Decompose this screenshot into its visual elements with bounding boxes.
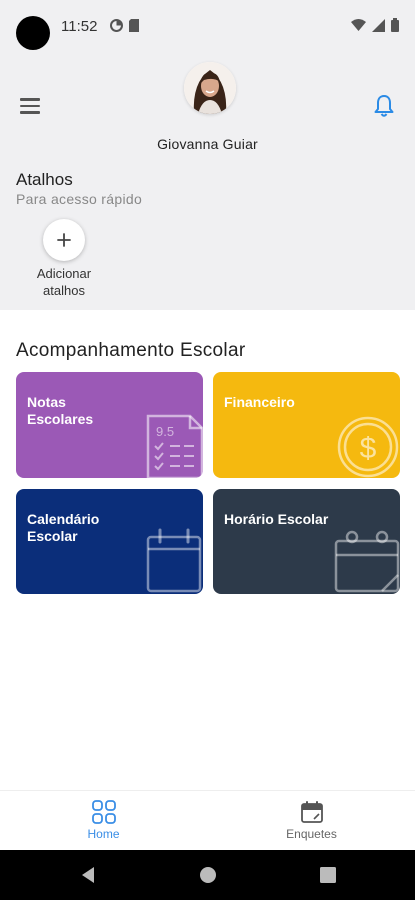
tile-schedule-label: Horário Escolar <box>224 511 329 527</box>
calendar-icon <box>146 528 202 593</box>
tile-calendar-label: Calendário Escolar <box>27 511 100 544</box>
svg-text:$: $ <box>360 432 377 465</box>
home-grid-icon <box>92 800 116 824</box>
shortcuts-subtitle: Para acesso rápido <box>16 191 143 207</box>
report-card-icon: 9.5 <box>146 414 203 478</box>
user-name: Giovanna Guiar <box>157 136 258 152</box>
svg-text:9.5: 9.5 <box>156 424 174 439</box>
menu-button[interactable] <box>20 98 40 114</box>
plus-icon <box>57 233 71 247</box>
signal-icon <box>372 18 385 32</box>
nav-home-label: Home <box>87 827 120 841</box>
home-circle-icon[interactable] <box>199 866 217 884</box>
bell-icon <box>374 95 394 117</box>
avatar[interactable] <box>184 62 236 114</box>
hamburger-icon-line <box>20 104 40 107</box>
tile-financial[interactable]: Financeiro $ <box>213 372 400 478</box>
tile-schedule[interactable]: Horário Escolar <box>213 489 400 594</box>
tile-financial-label: Financeiro <box>224 394 295 410</box>
system-navigation-bar <box>0 850 415 900</box>
nav-home[interactable]: Home <box>0 791 207 851</box>
dollar-coin-icon: $ <box>337 416 399 478</box>
user-photo <box>184 62 236 114</box>
sim-card-icon <box>129 19 139 32</box>
wifi-icon <box>351 19 366 31</box>
battery-icon <box>391 18 399 32</box>
section-title: Acompanhamento Escolar <box>16 340 246 361</box>
nav-polls-label: Enquetes <box>286 827 337 841</box>
camera-cutout <box>16 16 50 50</box>
data-saver-icon <box>110 19 123 32</box>
tile-grades-label: Notas Escolares <box>27 394 94 427</box>
tile-calendar[interactable]: Calendário Escolar <box>16 489 203 594</box>
status-bar: 11:52 <box>0 0 415 52</box>
notifications-button[interactable] <box>373 94 395 118</box>
bottom-navigation: Home Enquetes <box>0 790 415 850</box>
add-shortcut-label[interactable]: Adicionar atalhos <box>24 265 104 299</box>
hamburger-icon-line <box>20 111 40 114</box>
back-icon[interactable] <box>80 866 96 884</box>
tile-grades[interactable]: Notas Escolares 9.5 <box>16 372 203 478</box>
add-shortcut-button[interactable] <box>43 219 85 261</box>
status-time: 11:52 <box>61 18 98 35</box>
schedule-icon <box>334 530 400 593</box>
poll-calendar-icon <box>301 801 323 823</box>
hamburger-icon-line <box>20 98 40 101</box>
recents-square-icon[interactable] <box>320 867 336 883</box>
shortcuts-title: Atalhos <box>16 170 73 189</box>
nav-polls[interactable]: Enquetes <box>208 791 415 851</box>
